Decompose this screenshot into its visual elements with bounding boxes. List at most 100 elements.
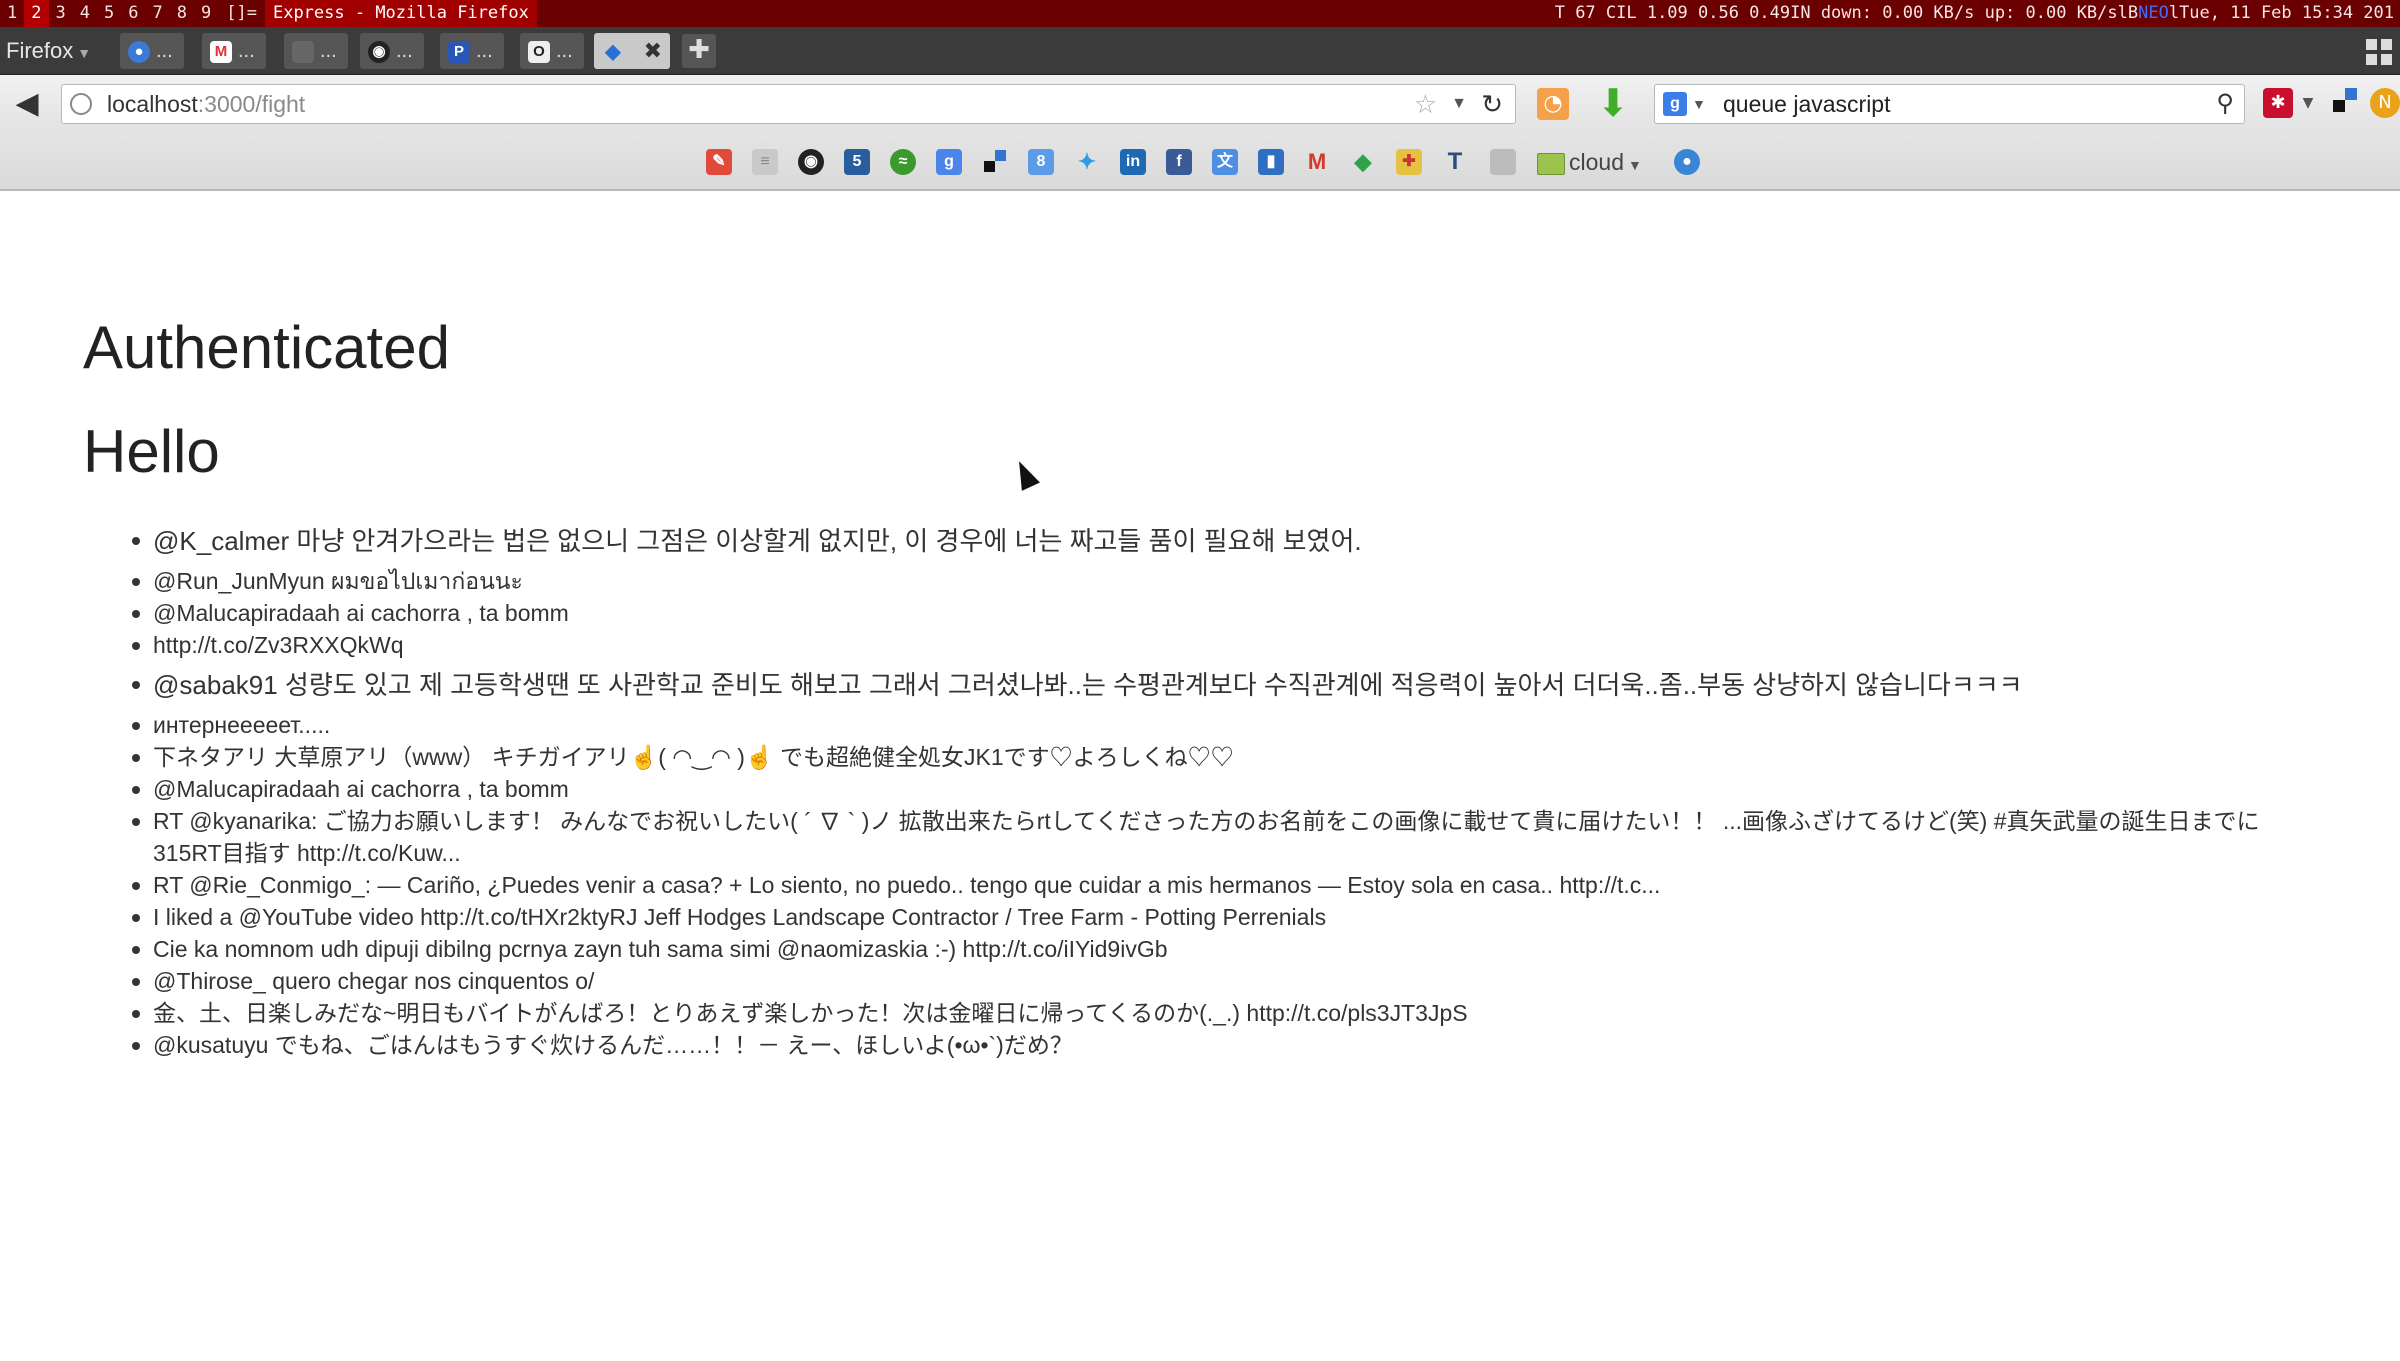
facebook-icon[interactable]: f	[1166, 149, 1192, 175]
window-manager-bar: 1 2 3 4 5 6 7 8 9 []= Express - Mozilla Firefox T …	[0, 0, 2400, 27]
tweet-list-item: @Run_JunMyun ผมขอไปเมาก่อนนะ	[132, 565, 2303, 597]
tweet-list: @K_calmer 마냥 안겨가으라는 법은 없으니 그점은 이상할게 없지만,…	[132, 517, 2303, 1061]
tab-github[interactable]: ◉...	[360, 33, 424, 69]
gmail-icon: M	[210, 40, 232, 63]
back-arrow-icon: ◀	[15, 86, 39, 121]
search-bar[interactable]: g ▼ queue javascript ⚲	[1654, 84, 2245, 124]
search-icon[interactable]: ⚲	[2216, 85, 2234, 123]
globe-icon	[70, 93, 92, 115]
chat-icon: ●	[128, 40, 150, 63]
addon-dropdown-icon[interactable]: ▼	[2300, 88, 2316, 118]
workspace-6[interactable]: 6	[121, 0, 145, 27]
tab-o[interactable]: O...	[520, 33, 584, 69]
tweet-list-item: RT @Rie_Conmigo_: — Cariño, ¿Puedes veni…	[132, 869, 2303, 901]
tab-label: ...	[556, 40, 573, 62]
workspace-1[interactable]: 1	[0, 0, 24, 27]
tweet-list-item: интернееееет.....	[132, 709, 2303, 741]
page-content: Authenticated Hello @K_calmer 마냥 안겨가으라는 …	[0, 191, 2400, 1361]
workspace-4[interactable]: 4	[73, 0, 97, 27]
new-tab-button[interactable]: ✚	[682, 34, 716, 68]
list-icon[interactable]: ≡	[752, 149, 778, 175]
tweet-list-item: http://t.co/Zv3RXXQkWq	[132, 629, 2303, 661]
tab-groups-icon[interactable]	[2366, 39, 2392, 65]
bookmark-icon[interactable]	[1490, 149, 1516, 175]
github-icon[interactable]: ◉	[798, 149, 824, 175]
download-arrow-icon: ⬇	[1597, 81, 1629, 125]
workspace-9[interactable]: 9	[194, 0, 218, 27]
tweet-list-item: @sabak91 성량도 있고 제 고등학생땐 또 사관학교 준비도 해보고 그…	[132, 661, 2303, 709]
workspace-2[interactable]: 2	[24, 0, 49, 27]
tab-blank[interactable]: ...	[284, 33, 348, 69]
rss-button[interactable]: ◔	[1537, 88, 1569, 120]
spotify-icon[interactable]: ≈	[890, 149, 916, 175]
reload-icon[interactable]: ↻	[1481, 85, 1503, 123]
tweet-list-item: I liked a @YouTube video http://t.co/tHX…	[132, 901, 2303, 933]
firefox-menu-button[interactable]: Firefox ▼	[6, 35, 91, 67]
workspace-7[interactable]: 7	[146, 0, 170, 27]
translate-icon[interactable]: 文	[1212, 149, 1238, 175]
tweet-list-item: @Malucapiradaah ai cachorra , ta bomm	[132, 773, 2303, 805]
addon-icon[interactable]: ✱	[2263, 88, 2293, 118]
o-icon: O	[528, 40, 550, 63]
hello-heading: Hello	[83, 418, 220, 485]
tweet-list-item: 金、土、日楽しみだな~明日もバイトがんばろ！とりあえず楽しかった！次は金曜日に帰…	[132, 997, 2303, 1029]
tab-active-express[interactable]: ◆ ✖	[594, 33, 670, 69]
tweet-list-item: Cie ka nomnom udh dipuji dibilng pcrnya …	[132, 933, 2303, 965]
maps-icon[interactable]: ✚	[1396, 149, 1422, 175]
feedly-icon[interactable]: ◆	[1350, 149, 1376, 175]
url-bar[interactable]: localhost:3000/fight ☆ ▼ ↻	[61, 84, 1516, 124]
tab-label: ...	[476, 40, 493, 62]
google-plus-icon[interactable]: 8	[1028, 149, 1054, 175]
blank-page-icon	[292, 40, 314, 63]
new-addon-icon[interactable]: N	[2370, 88, 2400, 118]
delicious-icon[interactable]	[982, 149, 1008, 175]
tab-bar: Firefox ▼ ●... M... ... ◉... P... O... ◆ …	[0, 27, 2400, 75]
close-tab-icon[interactable]: ✖	[644, 33, 662, 69]
text-icon[interactable]: T	[1442, 149, 1468, 175]
workspace-5[interactable]: 5	[97, 0, 121, 27]
url-host: localhost	[107, 91, 198, 117]
tab-chat[interactable]: ●...	[120, 33, 184, 69]
layout-indicator: []=	[226, 3, 257, 23]
p-icon: P	[448, 40, 470, 63]
html5-icon[interactable]: 5	[844, 149, 870, 175]
chevron-down-icon: ▼	[1627, 157, 1642, 173]
tab-label: ...	[238, 40, 255, 62]
tab-label: ...	[396, 40, 413, 62]
tab-label: ...	[156, 40, 173, 62]
stats-prefix: T 67 CIL 1.09 0.56 0.49IN down: 0.00 KB/…	[1554, 3, 2139, 23]
bookmarks-toolbar: ✎ ≡ ◉ 5 ≈ g 8 ✦ in f 文 ▮ M ◆ ✚ T cloud ▼ …	[0, 134, 2400, 191]
downloads-button[interactable]: ⬇	[1596, 83, 1630, 123]
delicious-icon[interactable]	[2330, 88, 2360, 118]
bookmark-star-icon[interactable]: ☆	[1414, 85, 1437, 123]
pocket-icon[interactable]: ▮	[1258, 149, 1284, 175]
tab-gmail[interactable]: M...	[202, 33, 266, 69]
tweet-list-item: @Thirose_ quero chegar nos cinquentos o/	[132, 965, 2303, 997]
google-search-engine-icon[interactable]: g	[1663, 92, 1687, 116]
firefox-menu-label: Firefox	[6, 38, 74, 63]
linkedin-icon[interactable]: in	[1120, 149, 1146, 175]
tweet-list-item: @kusatuyu でもね、ごはんはもうすぐ炊けるんだ……！！－ えー、ほしいよ…	[132, 1029, 2303, 1061]
back-button[interactable]: ◀	[10, 87, 44, 121]
url-dropdown-icon[interactable]: ▼	[1451, 85, 1467, 123]
workspace-3[interactable]: 3	[49, 0, 73, 27]
bookmark-folder-cloud[interactable]: cloud ▼	[1537, 146, 1642, 178]
rss-icon: ◔	[1543, 91, 1563, 116]
chevron-down-icon: ▼	[77, 45, 92, 61]
pdf-icon[interactable]: ✎	[706, 149, 732, 175]
chat-icon[interactable]: ●	[1674, 149, 1700, 175]
workspace-8[interactable]: 8	[170, 0, 194, 27]
search-input[interactable]: queue javascript	[1723, 85, 1891, 123]
google-plus-icon[interactable]: g	[936, 149, 962, 175]
folder-icon	[1537, 152, 1565, 175]
stats-mid: NEO	[2138, 3, 2169, 23]
url-text: localhost:3000/fight	[107, 85, 305, 123]
tweet-list-item: RT @kyanarika: ご協力お願いします！ みんなでお祝いしたい( ´ …	[132, 805, 2303, 869]
code-arrows-icon: ◆	[605, 40, 621, 63]
search-engine-dropdown-icon[interactable]: ▼	[1692, 85, 1706, 123]
tab-p[interactable]: P...	[440, 33, 504, 69]
gmail-icon[interactable]: M	[1304, 149, 1330, 175]
window-title: Express - Mozilla Firefox	[264, 0, 537, 27]
twitter-icon[interactable]: ✦	[1074, 149, 1100, 175]
url-path: :3000/fight	[197, 91, 306, 117]
